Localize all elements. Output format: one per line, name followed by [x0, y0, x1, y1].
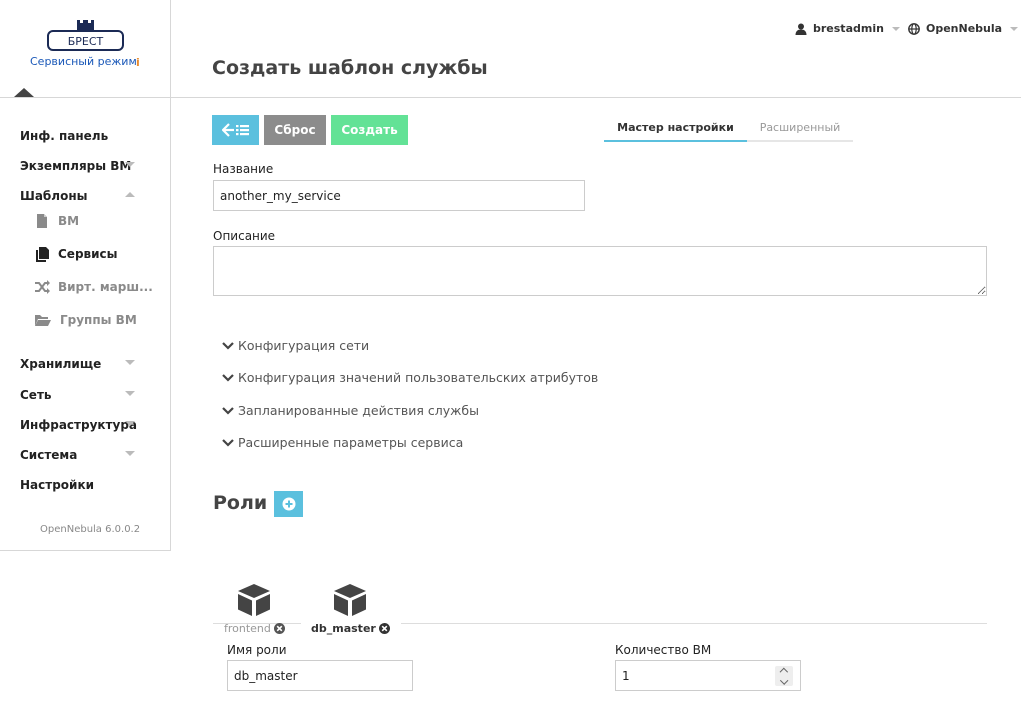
sidebar-item-system[interactable]: Система — [20, 448, 77, 462]
zone-menu[interactable]: OpenNebula — [908, 22, 1019, 35]
user-icon — [795, 23, 807, 35]
add-role-button[interactable] — [274, 491, 303, 517]
cube-icon — [334, 584, 367, 616]
create-button[interactable]: Создать — [331, 115, 408, 145]
section-custom-attributes[interactable]: Конфигурация значений пользовательских а… — [222, 370, 598, 385]
section-label: Конфигурация сети — [238, 338, 370, 353]
role-tab-frontend[interactable]: frontend — [224, 582, 285, 635]
role-tab-db-master[interactable]: db_master — [311, 582, 390, 635]
plus-circle-icon — [282, 497, 295, 511]
sidebar-item-settings[interactable]: Настройки — [20, 478, 94, 492]
chevron-down-icon — [125, 391, 135, 396]
chevron-down-icon — [891, 26, 900, 31]
file-icon — [37, 214, 47, 228]
remove-role-icon[interactable] — [378, 623, 390, 634]
divider — [171, 97, 1021, 98]
sidebar: БРЕСТ Сервисный режим i Инф. панель Экзе… — [0, 0, 171, 551]
stepper-down-icon[interactable] — [779, 676, 789, 685]
chevron-down-icon — [125, 451, 135, 456]
sidebar-item-vm-instances[interactable]: Экземпляры ВМ — [20, 159, 131, 173]
name-label: Название — [213, 162, 274, 176]
chevron-down-icon — [125, 360, 135, 365]
folder-open-icon — [35, 315, 51, 326]
sidebar-subitem-services[interactable]: Сервисы — [34, 246, 118, 262]
sidebar-item-network[interactable]: Сеть — [20, 388, 52, 402]
files-icon — [36, 247, 49, 262]
section-scheduled-actions[interactable]: Запланированные действия службы — [222, 403, 479, 418]
service-mode-label: Сервисный режим — [30, 55, 137, 68]
tab-wizard[interactable]: Мастер настройки — [604, 121, 747, 142]
section-advanced-params[interactable]: Расширенные параметры сервиса — [222, 435, 463, 450]
chevron-down-icon — [222, 373, 234, 382]
description-label: Описание — [213, 229, 276, 243]
back-to-list-button[interactable] — [212, 115, 259, 145]
cube-icon — [238, 584, 271, 616]
roles-title: Роли — [213, 492, 268, 514]
user-menu[interactable]: brestadmin — [795, 22, 900, 35]
sidebar-item-infrastructure[interactable]: Инфраструктура — [20, 418, 137, 432]
logo-area: БРЕСТ Сервисный режим i — [0, 0, 170, 98]
description-textarea[interactable] — [213, 246, 987, 296]
role-name-input[interactable] — [227, 660, 413, 691]
role-tab-label: db_master — [311, 622, 376, 635]
role-tabs-divider — [401, 623, 987, 624]
zone-name: OpenNebula — [926, 22, 1003, 35]
chevron-up-icon — [125, 192, 135, 197]
sidebar-subitem-vm-groups[interactable]: Группы ВМ — [34, 312, 137, 328]
sidebar-subitem-label: ВМ — [58, 214, 80, 228]
reset-button[interactable]: Сброс — [264, 115, 326, 145]
sidebar-subitem-label: Группы ВМ — [60, 313, 137, 327]
back-list-icon — [221, 123, 249, 137]
chevron-down-icon — [125, 421, 135, 426]
sidebar-item-storage[interactable]: Хранилище — [20, 357, 101, 371]
sidebar-item-templates[interactable]: Шаблоны — [20, 189, 87, 203]
shuffle-icon — [35, 280, 50, 294]
stepper-up-icon[interactable] — [779, 667, 789, 676]
name-input[interactable] — [213, 180, 585, 211]
remove-role-icon[interactable] — [273, 623, 285, 634]
sidebar-item-dashboard[interactable]: Инф. панель — [20, 129, 108, 143]
sidebar-subitem-virtual-routers[interactable]: Вирт. марш... — [34, 279, 153, 295]
role-name-label: Имя роли — [227, 643, 287, 657]
chevron-down-icon — [1010, 26, 1019, 31]
section-label: Расширенные параметры сервиса — [238, 435, 464, 450]
chevron-down-icon — [222, 438, 234, 447]
chevron-down-icon — [222, 341, 234, 350]
version-label: OpenNebula 6.0.0.2 — [40, 524, 141, 535]
chevron-down-icon — [222, 406, 234, 415]
collapse-sidebar-icon[interactable] — [14, 88, 34, 97]
vm-count-input[interactable] — [615, 660, 801, 691]
sidebar-subitem-label: Вирт. марш... — [58, 280, 153, 294]
tab-advanced[interactable]: Расширенный — [747, 121, 853, 142]
section-network-config[interactable]: Конфигурация сети — [222, 338, 369, 353]
brest-logo-icon[interactable]: БРЕСТ — [47, 18, 124, 52]
section-label: Конфигурация значений пользовательских а… — [238, 370, 599, 385]
globe-icon — [908, 22, 920, 35]
section-label: Запланированные действия службы — [238, 403, 479, 418]
sidebar-subitem-vm[interactable]: ВМ — [34, 213, 79, 229]
app-root: БРЕСТ Сервисный режим i Инф. панель Экзе… — [0, 0, 1021, 707]
brand-text: БРЕСТ — [68, 35, 104, 48]
chevron-down-icon — [125, 162, 135, 167]
vm-count-label: Количество ВМ — [615, 643, 712, 657]
sidebar-subitem-label: Сервисы — [58, 247, 118, 261]
username: brestadmin — [813, 22, 884, 35]
role-tab-label: frontend — [224, 622, 271, 635]
vm-count-stepper[interactable] — [775, 666, 793, 686]
page-title: Создать шаблон службы — [212, 57, 488, 79]
info-icon[interactable]: i — [136, 56, 140, 69]
